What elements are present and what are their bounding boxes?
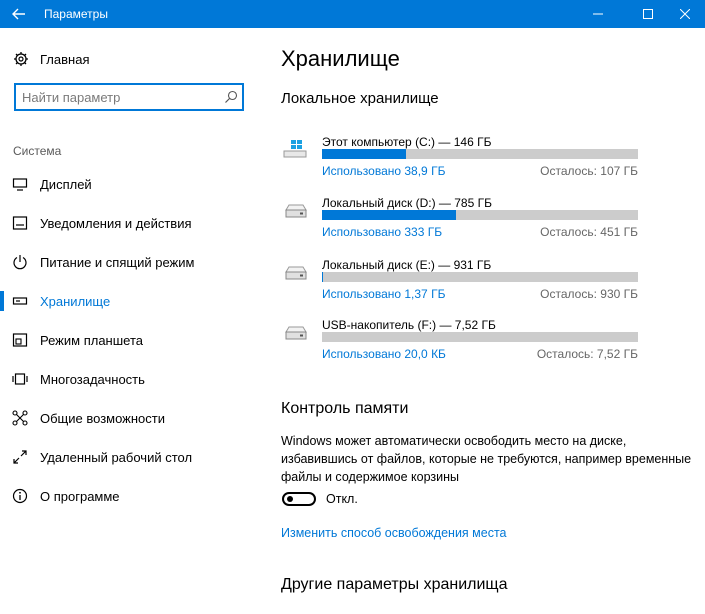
drive-d[interactable]: Локальный диск (D:) — 785 ГБ Использован… <box>280 196 640 246</box>
free-space: Осталось: 7,52 ГБ <box>536 347 638 361</box>
notifications-icon <box>12 216 28 230</box>
storage-icon <box>12 297 28 305</box>
used-space: Использовано 1,37 ГБ <box>322 287 446 301</box>
sidebar-item-label: О программе <box>40 489 120 504</box>
sidebar-item-remote-desktop[interactable]: Удаленный рабочий стол <box>0 442 262 472</box>
info-icon <box>12 488 28 504</box>
display-icon <box>12 178 28 191</box>
maximize-button[interactable] <box>628 0 668 28</box>
sidebar-item-label: Многозадачность <box>40 372 145 387</box>
free-space: Осталось: 930 ГБ <box>540 287 638 301</box>
shared-experiences-icon <box>12 410 28 426</box>
sidebar-item-storage[interactable]: Хранилище <box>0 286 262 316</box>
used-space: Использовано 20,0 КБ <box>322 347 446 361</box>
usage-bar <box>322 272 638 282</box>
search-icon[interactable] <box>224 90 238 104</box>
sidebar-home-label: Главная <box>40 52 90 67</box>
sidebar: Главная Система Дисплей Уведомления и де… <box>0 28 262 614</box>
used-space: Использовано 38,9 ГБ <box>322 164 446 178</box>
drive-name: Локальный диск (D:) — 785 ГБ <box>322 196 492 210</box>
usage-bar <box>322 149 638 159</box>
windows-drive-icon <box>283 140 307 158</box>
sidebar-item-home[interactable]: Главная <box>0 48 262 72</box>
section-label-system: Система <box>13 144 62 158</box>
toggle-state-label: Откл. <box>326 492 358 506</box>
title-bar: Параметры <box>0 0 705 28</box>
back-button[interactable] <box>0 0 38 28</box>
drive-name: Локальный диск (E:) — 931 ГБ <box>322 258 492 272</box>
sidebar-item-power[interactable]: Питание и спящий режим <box>0 247 262 277</box>
settings-window: Параметры Главная Система <box>0 0 705 614</box>
sidebar-item-about[interactable]: О программе <box>0 481 262 511</box>
power-icon <box>13 255 27 270</box>
storage-sense-toggle[interactable] <box>282 492 316 506</box>
free-space: Осталось: 451 ГБ <box>540 225 638 239</box>
memory-control-description: Windows может автоматически освободить м… <box>281 434 692 484</box>
gear-icon <box>14 52 28 66</box>
sidebar-item-notifications[interactable]: Уведомления и действия <box>0 208 262 238</box>
drive-name: USB-накопитель (F:) — 7,52 ГБ <box>322 318 496 332</box>
tablet-mode-icon <box>12 333 28 347</box>
sidebar-item-label: Общие возможности <box>40 411 166 426</box>
hard-drive-icon <box>285 204 307 218</box>
sidebar-item-shared-experiences[interactable]: Общие возможности <box>0 403 262 433</box>
used-space: Использовано 333 ГБ <box>322 225 443 239</box>
change-cleanup-link[interactable]: Изменить способ освобождения места <box>281 526 507 540</box>
other-storage-heading: Другие параметры хранилища <box>281 576 508 593</box>
sidebar-item-label: Режим планшета <box>40 333 143 348</box>
main-content: Хранилище Локальное хранилище Этот компь… <box>262 28 705 614</box>
drive-c[interactable]: Этот компьютер (C:) — 146 ГБ Использован… <box>280 135 640 185</box>
page-title: Хранилище <box>281 46 400 71</box>
search-input[interactable] <box>22 88 218 106</box>
sidebar-item-label: Дисплей <box>40 177 92 192</box>
memory-control-heading: Контроль памяти <box>281 400 409 417</box>
drive-name: Этот компьютер (C:) — 146 ГБ <box>322 135 492 149</box>
active-indicator <box>0 291 4 311</box>
close-button[interactable] <box>665 0 705 28</box>
minimize-icon <box>593 13 603 15</box>
drive-e[interactable]: Локальный диск (E:) — 931 ГБ Использован… <box>280 258 640 308</box>
maximize-icon <box>643 9 653 19</box>
hard-drive-icon <box>285 266 307 280</box>
sidebar-item-label: Питание и спящий режим <box>40 255 195 270</box>
multitasking-icon <box>12 373 28 385</box>
minimize-button[interactable] <box>578 0 618 28</box>
usage-bar <box>322 332 638 342</box>
local-storage-heading: Локальное хранилище <box>281 90 439 107</box>
arrow-left-icon <box>12 8 25 20</box>
sidebar-item-tablet-mode[interactable]: Режим планшета <box>0 325 262 355</box>
toggle-knob <box>287 496 293 502</box>
sidebar-item-label: Хранилище <box>40 294 111 309</box>
usage-bar-fill <box>322 149 407 159</box>
free-space: Осталось: 107 ГБ <box>540 164 638 178</box>
sidebar-item-multitasking[interactable]: Многозадачность <box>0 364 262 394</box>
remote-desktop-icon <box>13 450 27 464</box>
search-box <box>14 83 244 111</box>
usage-bar-fill <box>322 210 456 220</box>
drive-f[interactable]: USB-накопитель (F:) — 7,52 ГБ Использова… <box>280 318 640 368</box>
sidebar-item-display[interactable]: Дисплей <box>0 169 262 199</box>
window-title: Параметры <box>44 7 108 21</box>
sidebar-item-label: Удаленный рабочий стол <box>40 450 193 465</box>
usage-bar <box>322 210 638 220</box>
close-icon <box>680 9 690 19</box>
sidebar-item-label: Уведомления и действия <box>40 216 192 231</box>
usb-drive-icon <box>285 326 307 340</box>
